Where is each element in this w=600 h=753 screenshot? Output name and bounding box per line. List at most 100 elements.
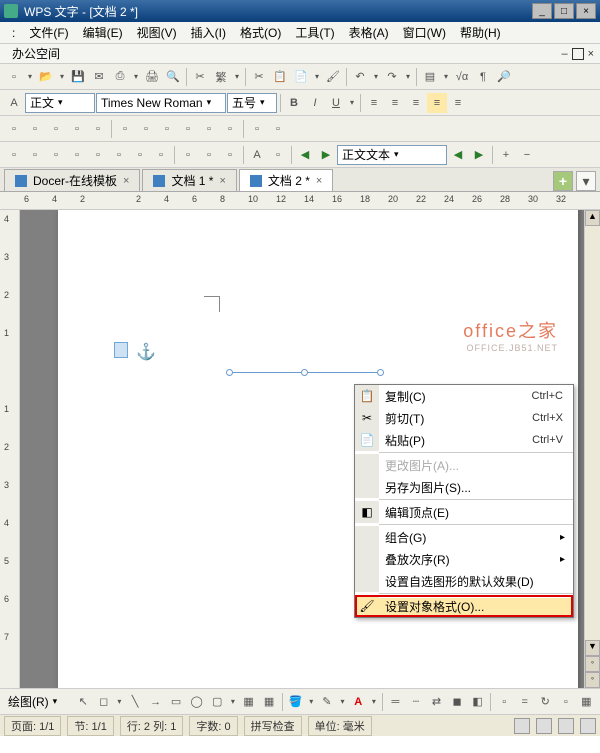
out-i[interactable]: ▫ xyxy=(178,145,198,165)
paste-icon[interactable]: 📄 xyxy=(291,67,311,87)
wordart-icon[interactable]: ▦ xyxy=(259,692,279,712)
menu-help[interactable]: 帮助(H) xyxy=(454,22,507,43)
cut-icon[interactable]: ✂ xyxy=(190,67,210,87)
fill-color-icon[interactable]: 🪣 xyxy=(286,692,306,712)
arrow-icon[interactable]: → xyxy=(146,692,166,712)
redo-dropdown[interactable]: ▾ xyxy=(403,72,413,81)
style-combo[interactable]: 正文▾ xyxy=(25,93,95,113)
font-combo[interactable]: Times New Roman▾ xyxy=(96,93,226,113)
italic-button[interactable]: I xyxy=(305,93,325,113)
resize-handle[interactable] xyxy=(301,369,308,376)
export-dropdown[interactable]: ▾ xyxy=(131,72,141,81)
out-k[interactable]: ▫ xyxy=(220,145,240,165)
paragraph-icon[interactable]: ¶ xyxy=(473,67,493,87)
select-icon[interactable]: ↖ xyxy=(73,692,93,712)
out-j[interactable]: ▫ xyxy=(199,145,219,165)
doc-map-icon[interactable]: ▤ xyxy=(420,67,440,87)
ruler-vertical[interactable]: 43211234567 xyxy=(0,210,20,688)
font-color-dropdown[interactable]: ▾ xyxy=(369,697,379,706)
menu-format[interactable]: 格式(O) xyxy=(234,22,287,43)
body-text-combo[interactable]: 正文文本▾ xyxy=(337,145,447,165)
cut2-icon[interactable]: ✂ xyxy=(249,67,269,87)
menu-window[interactable]: 窗口(W) xyxy=(397,22,452,43)
tab-doc2[interactable]: 文档 2 * × xyxy=(239,169,333,191)
save-icon[interactable]: 💾 xyxy=(68,67,88,87)
print-preview-icon[interactable]: 🔍 xyxy=(163,67,183,87)
ex1-f[interactable]: ▫ xyxy=(115,119,135,139)
align-left-icon[interactable]: ≡ xyxy=(364,93,384,113)
align-dist-icon[interactable]: ≡ xyxy=(448,93,468,113)
out-f[interactable]: ▫ xyxy=(109,145,129,165)
open-icon[interactable]: 📂 xyxy=(36,67,56,87)
line-color-icon[interactable]: ✎ xyxy=(317,692,337,712)
scroll-down-icon[interactable]: ▼ xyxy=(585,640,600,656)
context-menu-item[interactable]: 组合(G)▸ xyxy=(355,526,573,548)
vertical-scrollbar[interactable]: ▲ ▼ ◦ ◦ xyxy=(584,210,600,688)
group-icon[interactable]: ▫ xyxy=(556,692,576,712)
out-plus[interactable]: + xyxy=(496,145,516,165)
status-unit[interactable]: 单位: 毫米 xyxy=(308,716,372,736)
out-c[interactable]: ▫ xyxy=(46,145,66,165)
fan-button[interactable]: 繁 xyxy=(211,67,231,87)
textbox-dropdown[interactable]: ▾ xyxy=(228,697,238,706)
scroll-prev-icon[interactable]: ◦ xyxy=(585,656,600,672)
scroll-next-icon[interactable]: ◦ xyxy=(585,672,600,688)
context-menu-item[interactable]: 设置自选图形的默认效果(D) xyxy=(355,570,573,592)
fill-dropdown[interactable]: ▾ xyxy=(306,697,316,706)
align-icon[interactable]: ▫ xyxy=(494,692,514,712)
copy-icon[interactable]: 📋 xyxy=(270,67,290,87)
mdi-close[interactable]: × xyxy=(588,48,594,60)
tab-docer[interactable]: Docer-在线模板 × xyxy=(4,169,140,191)
out-e[interactable]: ▫ xyxy=(88,145,108,165)
wps-menu[interactable]: : xyxy=(6,24,21,42)
3d-icon[interactable]: ◧ xyxy=(468,692,488,712)
open-dropdown[interactable]: ▾ xyxy=(57,72,67,81)
doc-map-dropdown[interactable]: ▾ xyxy=(441,72,451,81)
font-size-combo[interactable]: 五号▾ xyxy=(227,93,277,113)
fan-dropdown[interactable]: ▾ xyxy=(232,72,242,81)
grid-icon[interactable]: ▦ xyxy=(577,692,597,712)
out-minus[interactable]: − xyxy=(517,145,537,165)
menu-tools[interactable]: 工具(T) xyxy=(289,22,340,43)
dash-style-icon[interactable]: ┄ xyxy=(406,692,426,712)
font-color-icon[interactable]: A xyxy=(348,692,368,712)
print-icon[interactable]: 🖨 xyxy=(142,67,162,87)
out-g[interactable]: ▫ xyxy=(130,145,150,165)
rotate-icon[interactable]: ↻ xyxy=(535,692,555,712)
line-dropdown[interactable]: ▾ xyxy=(338,697,348,706)
restore-button[interactable]: □ xyxy=(554,3,574,19)
find-icon[interactable]: 🔎 xyxy=(494,67,514,87)
scroll-track[interactable] xyxy=(585,226,600,640)
paste-dropdown[interactable]: ▾ xyxy=(312,72,322,81)
rect-icon[interactable]: ▭ xyxy=(166,692,186,712)
nav-left2-icon[interactable]: ◀ xyxy=(448,145,468,165)
view-outline-icon[interactable] xyxy=(536,718,552,734)
menu-table[interactable]: 表格(A) xyxy=(343,22,395,43)
align-justify-icon[interactable]: ≡ xyxy=(427,93,447,113)
textbox-icon[interactable]: ▢ xyxy=(207,692,227,712)
resize-handle[interactable] xyxy=(377,369,384,376)
ex1-h[interactable]: ▫ xyxy=(157,119,177,139)
status-spell[interactable]: 拼写检查 xyxy=(244,716,302,736)
ruler-horizontal[interactable]: 6422468101214161820222426283032 xyxy=(0,192,600,210)
new-doc-dropdown[interactable]: ▾ xyxy=(25,72,35,81)
context-menu-item[interactable]: 🖌设置对象格式(O)... xyxy=(355,595,573,617)
ex1-k[interactable]: ▫ xyxy=(220,119,240,139)
arrow-style-icon[interactable]: ⇄ xyxy=(427,692,447,712)
context-menu-item[interactable]: 📋复制(C)Ctrl+C xyxy=(355,385,573,407)
view-normal-icon[interactable] xyxy=(514,718,530,734)
out-m[interactable]: ▫ xyxy=(268,145,288,165)
redo-icon[interactable]: ↷ xyxy=(382,67,402,87)
tab-close-icon[interactable]: × xyxy=(316,175,322,187)
menu-insert[interactable]: 插入(I) xyxy=(185,22,232,43)
tab-doc1[interactable]: 文档 1 * × xyxy=(142,169,236,191)
undo-dropdown[interactable]: ▾ xyxy=(371,72,381,81)
line-style-icon[interactable]: ═ xyxy=(386,692,406,712)
align-right-icon[interactable]: ≡ xyxy=(406,93,426,113)
ex1-g[interactable]: ▫ xyxy=(136,119,156,139)
menu-view[interactable]: 视图(V) xyxy=(131,22,183,43)
format-painter-icon[interactable]: 🖌 xyxy=(323,67,343,87)
ex1-i[interactable]: ▫ xyxy=(178,119,198,139)
autoshapes-dropdown[interactable]: ▾ xyxy=(115,697,125,706)
close-button[interactable]: × xyxy=(576,3,596,19)
